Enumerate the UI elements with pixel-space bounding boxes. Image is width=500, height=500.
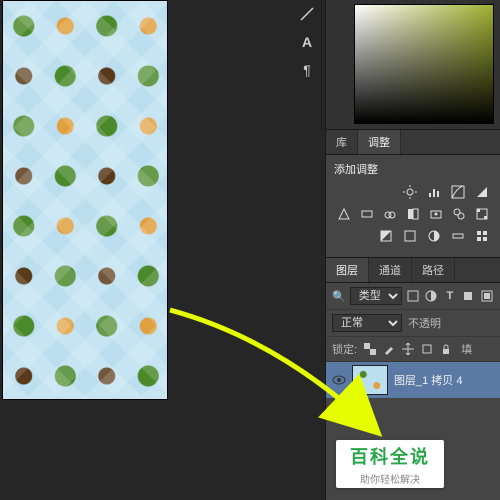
blend-row: 正常 不透明: [326, 310, 500, 337]
layer-filter-row: 🔍 类型 T: [326, 283, 500, 310]
posterize-icon[interactable]: [400, 227, 420, 245]
tab-paths[interactable]: 路径: [412, 258, 455, 282]
fill-label: 填: [461, 341, 472, 357]
filter-shape-icon[interactable]: [461, 288, 475, 304]
lock-paint-icon[interactable]: [381, 341, 397, 357]
brightness-icon[interactable]: [400, 183, 420, 201]
threshold-icon[interactable]: [424, 227, 444, 245]
exposure-icon[interactable]: [472, 183, 492, 201]
color-balance-icon[interactable]: [380, 205, 399, 223]
right-panels: 库 调整 添加调整 图层 通道: [325, 0, 500, 500]
watermark: 百科全说 助你轻松解决: [336, 440, 444, 488]
document-preview[interactable]: [2, 0, 168, 400]
canvas-area: [0, 0, 277, 500]
opacity-label: 不透明: [408, 315, 441, 331]
adjustments-tab-bar: 库 调整: [326, 130, 500, 155]
selective-color-icon[interactable]: [472, 227, 492, 245]
blend-mode-select[interactable]: 正常: [332, 314, 402, 332]
color-field[interactable]: [354, 4, 494, 124]
color-picker-panel: [326, 0, 500, 130]
tab-channels[interactable]: 通道: [369, 258, 412, 282]
watermark-title: 百科全说: [350, 443, 430, 469]
adjustments-panel: 添加调整: [326, 155, 500, 258]
line-segment-icon[interactable]: [292, 0, 322, 28]
channel-mixer-icon[interactable]: [450, 205, 469, 223]
curves-icon[interactable]: [448, 183, 468, 201]
search-icon[interactable]: 🔍: [332, 290, 346, 303]
lock-transparent-icon[interactable]: [362, 341, 378, 357]
layer-item-active[interactable]: 图层_1 拷贝 4: [326, 362, 500, 398]
lock-row: 锁定: 填: [326, 337, 500, 362]
filter-text-icon[interactable]: T: [443, 288, 457, 304]
lock-all-icon[interactable]: [438, 341, 454, 357]
lock-position-icon[interactable]: [400, 341, 416, 357]
filter-adjustment-icon[interactable]: [424, 288, 438, 304]
adjustments-title: 添加调整: [334, 161, 492, 177]
watermark-subtitle: 助你轻松解决: [360, 471, 420, 486]
tab-library[interactable]: 库: [326, 130, 358, 154]
visibility-icon[interactable]: [332, 373, 346, 387]
invert-icon[interactable]: [376, 227, 396, 245]
layer-kind-select[interactable]: 类型: [350, 287, 402, 305]
tab-adjustments[interactable]: 调整: [358, 130, 401, 154]
filter-image-icon[interactable]: [406, 288, 420, 304]
collapsed-tool-column: A ¶: [292, 0, 322, 130]
lock-label: 锁定:: [332, 341, 357, 357]
layer-name-label: 图层_1 拷贝 4: [394, 372, 462, 388]
gradient-map-icon[interactable]: [448, 227, 468, 245]
lock-artboard-icon[interactable]: [419, 341, 435, 357]
text-tool-icon[interactable]: A: [292, 28, 322, 56]
lookup-icon[interactable]: [473, 205, 492, 223]
tab-layers[interactable]: 图层: [326, 258, 369, 282]
vibrance-icon[interactable]: [334, 205, 353, 223]
layer-thumbnail[interactable]: [352, 365, 388, 395]
paragraph-tool-icon[interactable]: ¶: [292, 56, 322, 84]
levels-icon[interactable]: [424, 183, 444, 201]
hue-icon[interactable]: [357, 205, 376, 223]
photo-filter-icon[interactable]: [427, 205, 446, 223]
filter-smart-icon[interactable]: [480, 288, 494, 304]
bw-icon[interactable]: [403, 205, 422, 223]
